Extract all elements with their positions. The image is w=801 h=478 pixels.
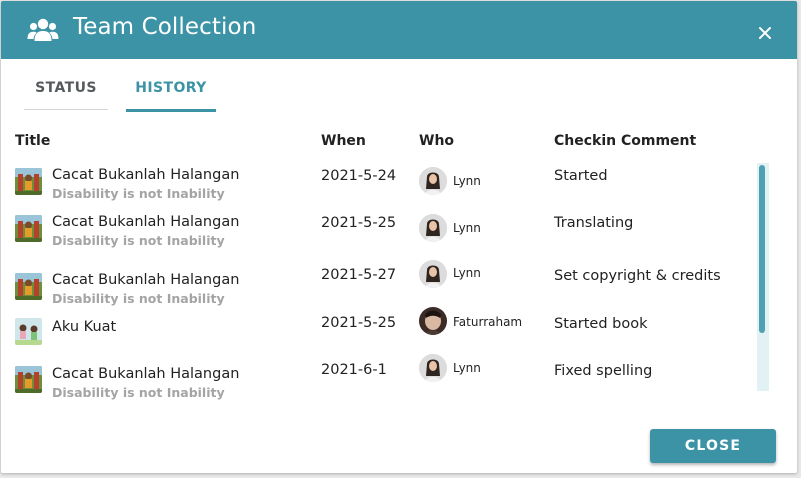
avatar: [419, 214, 447, 242]
dialog-header: Team Collection: [1, 1, 797, 59]
close-button[interactable]: CLOSE: [650, 429, 776, 463]
table-row: Cacat Bukanlah Halangan Disability is no…: [1, 212, 761, 256]
book-subtitle: Disability is not Inability: [52, 186, 225, 201]
avatar: [419, 354, 447, 382]
scrollbar-thumb[interactable]: [759, 165, 765, 333]
book-title: Cacat Bukanlah Halangan: [52, 214, 240, 230]
column-header-checkin-comment: Checkin Comment: [554, 133, 697, 149]
book-title: Cacat Bukanlah Halangan: [52, 366, 240, 382]
book-subtitle: Disability is not Inability: [52, 291, 225, 306]
book-title: Cacat Bukanlah Halangan: [52, 167, 240, 183]
book-thumbnail-icon: [15, 273, 42, 300]
checkin-comment: Translating: [554, 215, 634, 231]
tab-history[interactable]: HISTORY: [126, 67, 216, 112]
checkin-date: 2021-5-25: [321, 315, 397, 331]
avatar: [419, 167, 447, 195]
checkin-user: Lynn: [453, 266, 481, 280]
checkin-user: Lynn: [453, 221, 481, 235]
column-header-who: Who: [419, 133, 455, 149]
book-title: Cacat Bukanlah Halangan: [52, 272, 240, 288]
checkin-comment: Fixed spelling: [554, 363, 653, 379]
column-header-when: When: [321, 133, 366, 149]
dialog-title: Team Collection: [73, 14, 257, 40]
avatar: [419, 260, 447, 288]
checkin-user: Faturraham: [453, 315, 523, 329]
checkin-comment: Set copyright & credits: [554, 268, 721, 284]
checkin-date: 2021-5-24: [321, 168, 397, 184]
book-thumbnail-icon: [15, 215, 42, 242]
checkin-comment: Started book: [554, 316, 648, 332]
tab-status[interactable]: STATUS: [24, 67, 108, 110]
table-row: Cacat Bukanlah Halangan Disability is no…: [1, 353, 761, 400]
checkin-user: Lynn: [453, 361, 481, 375]
checkin-user: Lynn: [453, 174, 481, 188]
close-icon[interactable]: [758, 26, 772, 40]
column-header-title: Title: [15, 133, 51, 149]
checkin-date: 2021-6-1: [321, 362, 387, 378]
book-thumbnail-icon: [15, 366, 42, 393]
book-subtitle: Disability is not Inability: [52, 233, 225, 248]
book-title: Aku Kuat: [52, 319, 117, 335]
team-collection-dialog: Team Collection STATUS HISTORY Title Whe…: [1, 1, 797, 473]
table-row: Cacat Bukanlah Halangan Disability is no…: [1, 259, 761, 306]
book-subtitle: Disability is not Inability: [52, 385, 225, 400]
checkin-comment: Started: [554, 168, 608, 184]
table-row: Aku Kuat 2021-5-25 Faturraham Started bo…: [1, 306, 761, 350]
avatar: [419, 307, 447, 335]
book-thumbnail-icon: [15, 168, 42, 195]
checkin-date: 2021-5-25: [321, 215, 397, 231]
checkin-date: 2021-5-27: [321, 267, 397, 283]
table-row: Cacat Bukanlah Halangan Disability is no…: [1, 165, 761, 209]
book-thumbnail-icon: [15, 318, 42, 345]
team-icon: [27, 18, 59, 41]
scrollbar-track[interactable]: [757, 163, 769, 391]
